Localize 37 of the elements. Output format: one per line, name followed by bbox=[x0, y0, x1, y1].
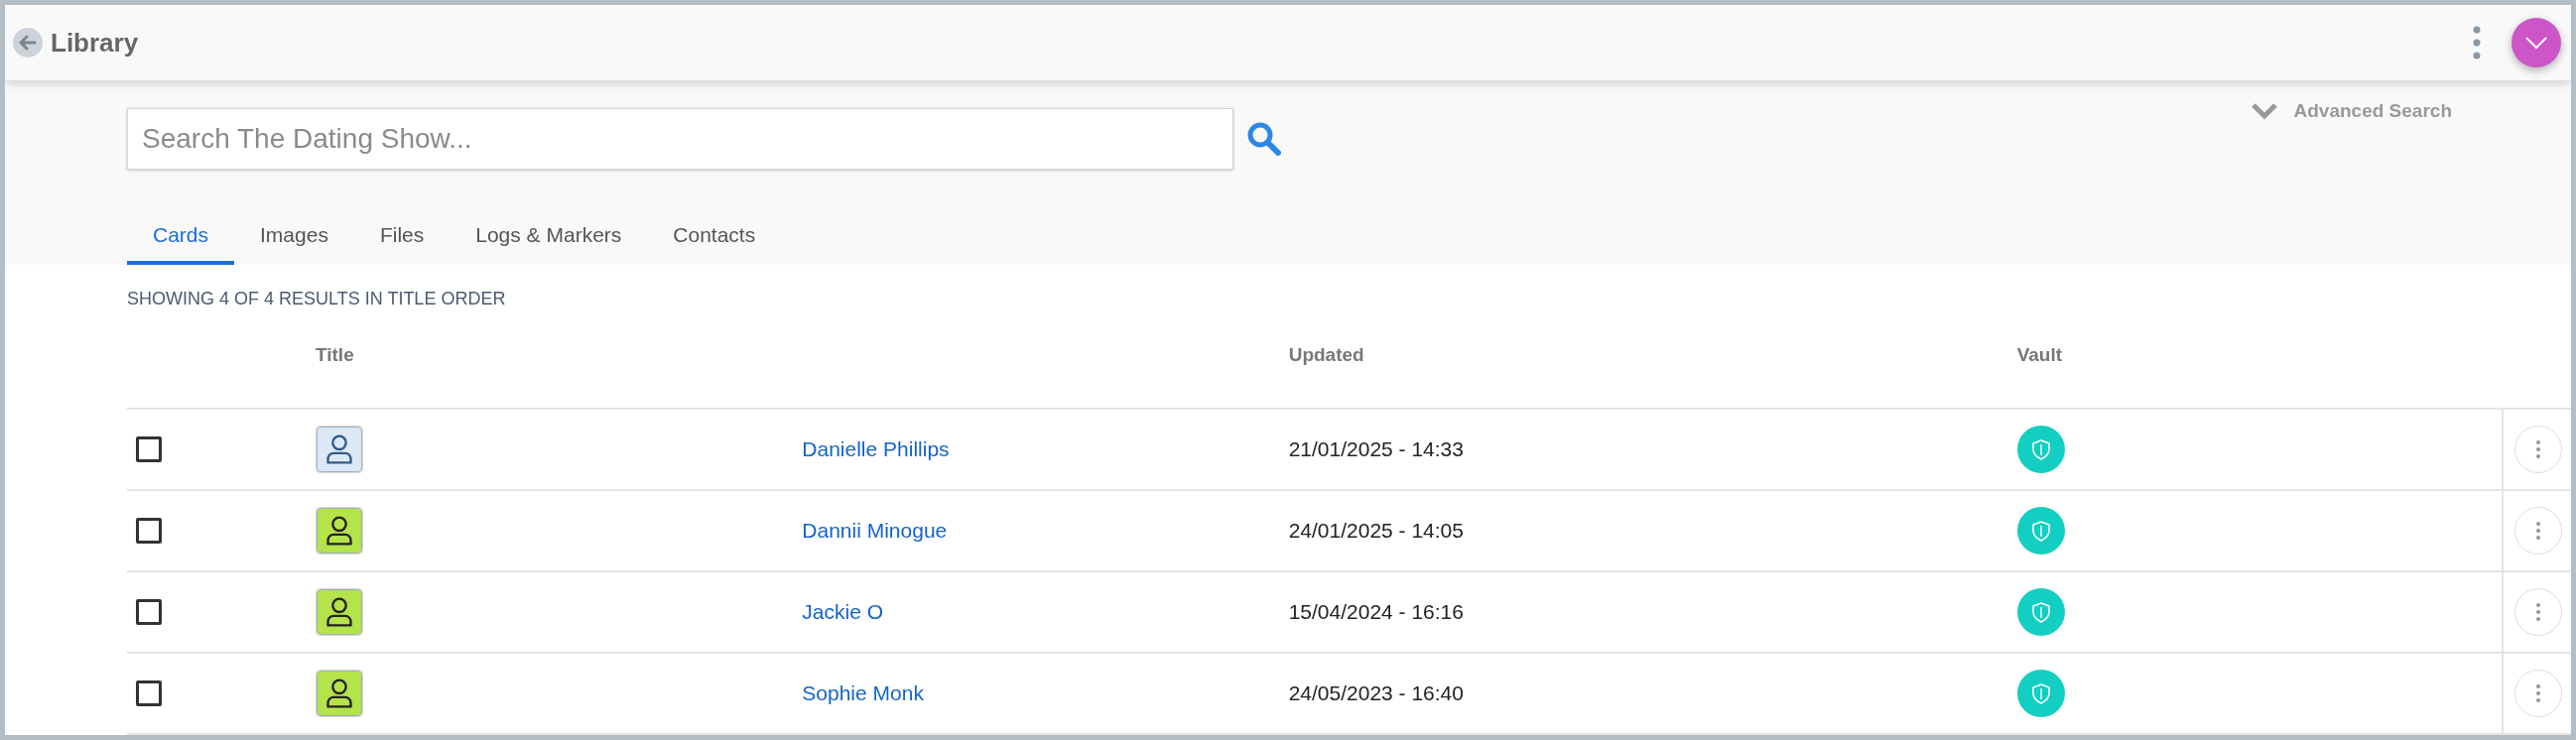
tab[interactable]: Files bbox=[353, 211, 451, 265]
dropdown-button[interactable] bbox=[2512, 18, 2561, 67]
more-icon bbox=[2535, 602, 2541, 622]
more-icon bbox=[2535, 521, 2541, 541]
shield-icon bbox=[2016, 426, 2065, 473]
tab[interactable]: Images bbox=[234, 211, 354, 265]
back-icon[interactable] bbox=[13, 28, 43, 58]
tab[interactable]: Cards bbox=[127, 211, 235, 265]
column-header: Vault bbox=[2016, 344, 2063, 365]
shield-icon bbox=[2016, 507, 2065, 555]
tab[interactable]: Logs & Markers bbox=[450, 211, 648, 265]
card-title-link[interactable]: Danielle Phillips bbox=[802, 437, 950, 460]
chevron-down-icon bbox=[2250, 102, 2278, 120]
row-checkbox[interactable] bbox=[136, 436, 162, 462]
updated-date: 15/04/2024 - 16:16 bbox=[1288, 600, 1464, 623]
shield-icon bbox=[2016, 588, 2065, 636]
page-title: Library bbox=[51, 27, 139, 59]
more-icon bbox=[2535, 439, 2541, 459]
updated-date: 21/01/2025 - 14:33 bbox=[1288, 437, 1464, 460]
more-icon[interactable] bbox=[2472, 26, 2482, 60]
row-checkbox[interactable] bbox=[136, 680, 162, 706]
column-header: Updated bbox=[1288, 344, 1364, 365]
chevron-down-icon bbox=[2524, 36, 2548, 50]
more-icon bbox=[2535, 683, 2541, 703]
card-title-link[interactable]: Jackie O bbox=[802, 600, 884, 623]
updated-date: 24/01/2025 - 14:05 bbox=[1288, 519, 1464, 542]
search-field[interactable]: Search The Dating Show... bbox=[127, 108, 1233, 170]
updated-date: 24/05/2023 - 16:40 bbox=[1288, 681, 1464, 704]
results-summary: SHOWING 4 OF 4 RESULTS IN TITLE ORDER bbox=[127, 289, 507, 309]
tab[interactable]: Contacts bbox=[647, 211, 782, 265]
column-header: Title bbox=[316, 344, 354, 365]
search-icon[interactable] bbox=[1247, 122, 1281, 156]
row-checkbox[interactable] bbox=[136, 599, 162, 625]
row-checkbox[interactable] bbox=[136, 518, 162, 544]
card-title-link[interactable]: Dannii Minogue bbox=[802, 519, 948, 542]
card-title-link[interactable]: Sophie Monk bbox=[802, 681, 924, 704]
shield-icon bbox=[2016, 670, 2065, 717]
